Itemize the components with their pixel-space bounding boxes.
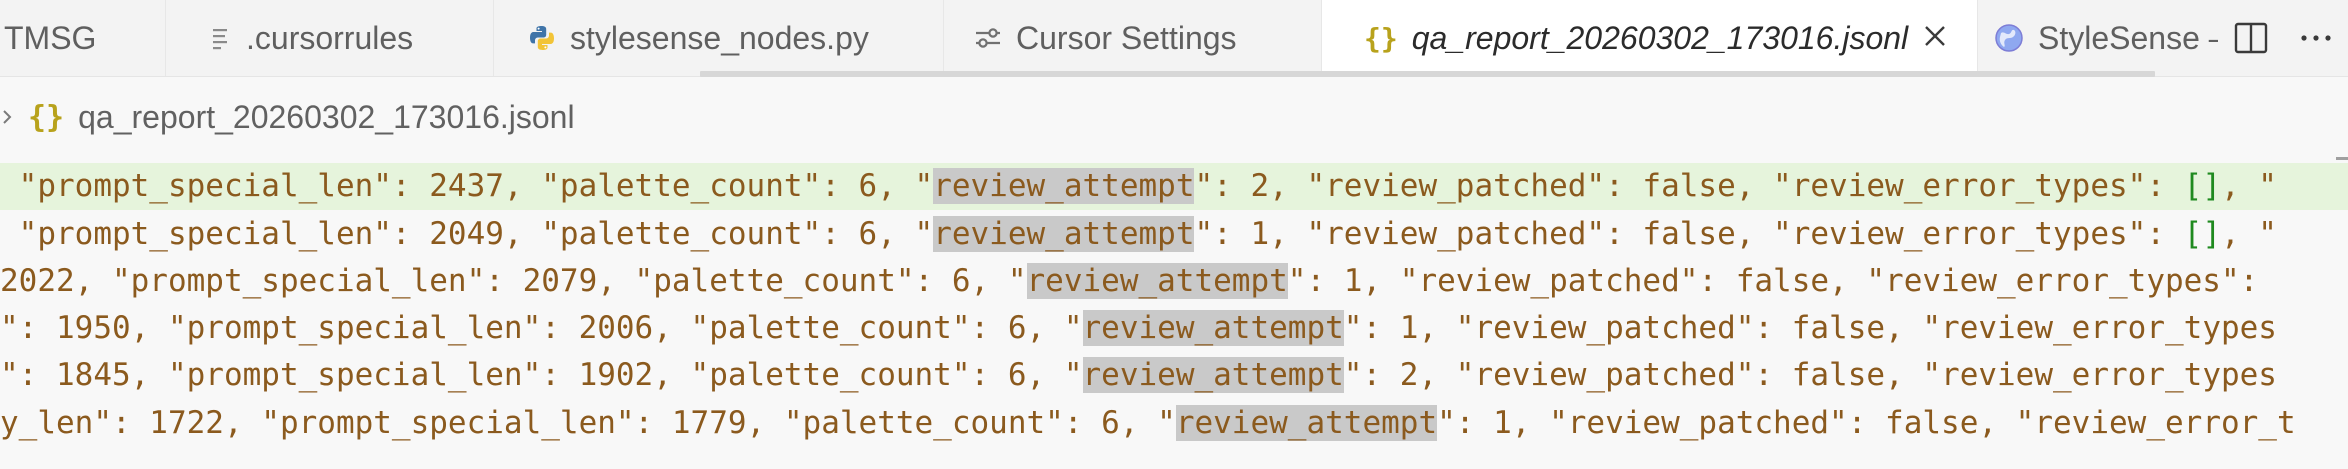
tab-tmsg[interactable]: TMSG — [0, 0, 166, 76]
tab-stylesense[interactable]: StyleSense – — [1978, 0, 2218, 76]
tab-label: .cursorrules — [246, 19, 414, 56]
code-token: [] — [2183, 168, 2221, 204]
code-token: ": 1950, "prompt_special_len": 2006, "pa… — [0, 310, 1083, 346]
tab-label: StyleSense – — [2038, 19, 2218, 56]
search-match: review_attempt — [1082, 310, 1344, 346]
code-token: "prompt_special_len": 2049, "palette_cou… — [0, 216, 934, 252]
search-match: review_attempt — [1026, 263, 1288, 299]
code-token: "prompt_special_len": 2437, "palette_cou… — [0, 168, 934, 204]
tab-stylesense-nodes[interactable]: stylesense_nodes.py — [494, 0, 944, 76]
settings-sliders-icon — [974, 26, 1002, 50]
tab-cursorrules[interactable]: .cursorrules — [166, 0, 494, 76]
code-token: ": 1845, "prompt_special_len": 1902, "pa… — [0, 357, 1083, 393]
close-icon[interactable] — [1917, 18, 1953, 54]
code-line[interactable]: "prompt_special_len": 2049, "palette_cou… — [0, 211, 2277, 258]
tab-cursor-settings[interactable]: Cursor Settings — [944, 0, 1322, 76]
tab-label: Cursor Settings — [1016, 19, 1237, 56]
tab-bar: TMSG .cursorrules stylesense_nodes.py Cu… — [0, 0, 2348, 77]
chevron-right-icon — [2, 109, 18, 125]
code-token: ": 1, "review_patched": false, "review_e… — [1287, 263, 2277, 299]
search-match: review_attempt — [933, 168, 1195, 204]
lines-file-icon — [212, 26, 232, 50]
search-match: review_attempt — [1082, 357, 1344, 393]
breadcrumb-file[interactable]: qa_report_20260302_173016.jsonl — [78, 99, 574, 136]
tab-qa-report[interactable]: {} qa_report_20260302_173016.jsonl — [1322, 0, 1978, 76]
split-editor-icon[interactable] — [2230, 17, 2272, 59]
code-token: 2022, "prompt_special_len": 2079, "palet… — [0, 263, 1027, 299]
search-match: review_attempt — [1175, 405, 1438, 441]
tab-label: TMSG — [4, 19, 97, 56]
code-line[interactable]: ": 1950, "prompt_special_len": 2006, "pa… — [0, 305, 2277, 352]
code-line[interactable]: "prompt_special_len": 2437, "palette_cou… — [0, 163, 2348, 210]
code-line[interactable]: ": 1845, "prompt_special_len": 1902, "pa… — [0, 352, 2277, 399]
json-braces-icon: {} — [1364, 21, 1398, 55]
code-token: y_len": 1722, "prompt_special_len": 1779… — [0, 405, 1176, 441]
code-editor[interactable]: "prompt_special_len": 2437, "palette_cou… — [0, 157, 2348, 469]
code-token: ": 1, "review_patched": false, "review_e… — [1194, 216, 2184, 252]
editor-window: TMSG .cursorrules stylesense_nodes.py Cu… — [0, 0, 2348, 469]
json-braces-icon: {} — [28, 99, 65, 135]
code-line[interactable]: y_len": 1722, "prompt_special_len": 1779… — [0, 400, 2296, 447]
python-icon — [528, 24, 556, 52]
code-token: ": 2, "review_patched": false, "review_e… — [1343, 357, 2277, 393]
tab-actions — [2218, 0, 2348, 76]
code-token: ": 2, "review_patched": false, "review_e… — [1194, 168, 2184, 204]
code-token: ": 1, "review_patched": false, "review_e… — [1343, 310, 2277, 346]
code-token: ": 1, "review_patched": false, "review_e… — [1437, 405, 2296, 441]
code-token: , " — [2220, 168, 2277, 204]
more-actions-icon[interactable] — [2295, 17, 2337, 59]
breadcrumb: {} qa_report_20260302_173016.jsonl — [0, 77, 2348, 157]
tab-label: qa_report_20260302_173016.jsonl — [1411, 19, 1909, 56]
globe-icon — [1994, 23, 2024, 53]
search-match: review_attempt — [933, 216, 1195, 252]
code-token: [] — [2183, 216, 2221, 252]
overview-ruler-marker — [2336, 157, 2348, 160]
tab-label: stylesense_nodes.py — [570, 19, 869, 56]
code-token: , " — [2220, 216, 2277, 252]
code-line[interactable]: 2022, "prompt_special_len": 2079, "palet… — [0, 258, 2277, 305]
